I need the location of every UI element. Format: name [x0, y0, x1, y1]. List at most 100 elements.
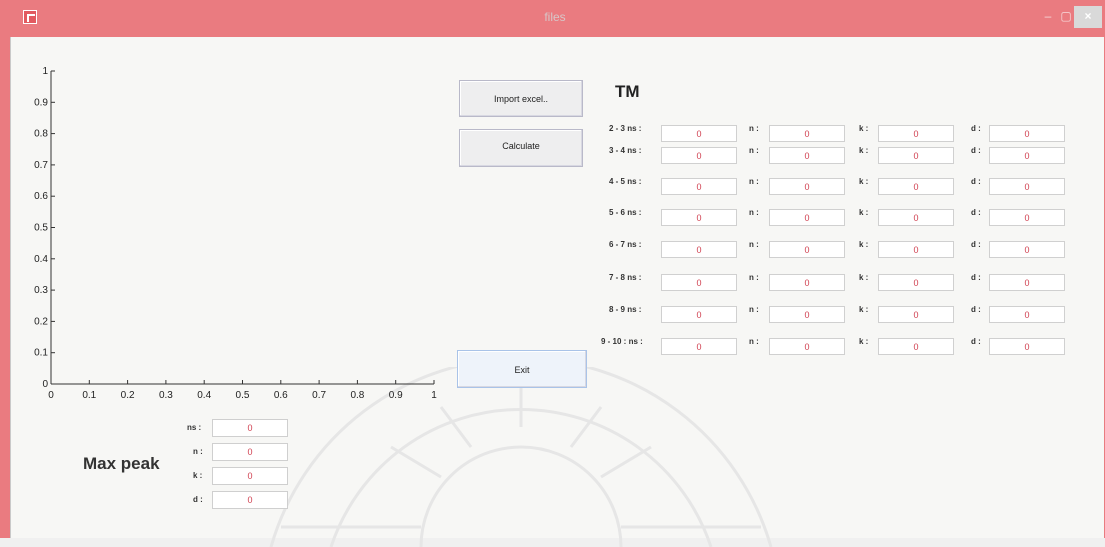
tm-row-label: 4 - 5 ns :: [609, 177, 642, 186]
y-tick-label: 1: [42, 66, 48, 77]
client-area: 0 0.1 0.2 0.3 0.4 0.5 0.6 0.7 0.8 0.9 1 0 0.1 0.2 0.3 0…: [10, 37, 1104, 547]
tm-d-label: d :: [971, 337, 981, 346]
tm-title: TM: [615, 82, 640, 101]
exit-button[interactable]: Exit: [457, 350, 587, 388]
x-tick-label: 0.7: [312, 390, 326, 401]
tm-row-label: 8 - 9 ns :: [609, 305, 642, 314]
tm-ns-field[interactable]: 0: [661, 241, 737, 258]
close-button[interactable]: ×: [1074, 6, 1102, 28]
maximize-button[interactable]: ▢: [1058, 9, 1074, 23]
tm-k-field[interactable]: 0: [878, 147, 954, 164]
tm-d-label: d :: [971, 124, 981, 133]
y-tick-label: 0.1: [34, 348, 48, 359]
x-tick-label: 0.5: [236, 390, 250, 401]
window-title: files: [544, 10, 566, 24]
tm-d-label: d :: [971, 240, 981, 249]
max-peak-field[interactable]: 0: [212, 467, 288, 485]
tm-ns-field[interactable]: 0: [661, 338, 737, 355]
tm-n-label: n :: [749, 146, 759, 155]
tm-n-field[interactable]: 0: [769, 125, 845, 142]
tm-d-label: d :: [971, 273, 981, 282]
y-tick-label: 0.5: [34, 223, 48, 234]
x-tick-label: 0: [48, 390, 54, 401]
plot-axes[interactable]: 0 0.1 0.2 0.3 0.4 0.5 0.6 0.7 0.8 0.9 1 0 0.1 0.2 0.3 0…: [11, 37, 471, 417]
tm-ns-field[interactable]: 0: [661, 125, 737, 142]
tm-ns-field[interactable]: 0: [661, 147, 737, 164]
x-tick-label: 1: [431, 390, 437, 401]
tm-n-field[interactable]: 0: [769, 209, 845, 226]
y-tick-label: 0.3: [34, 285, 48, 296]
tm-row-label: 7 - 8 ns :: [609, 273, 642, 282]
max-peak-label: k :: [193, 471, 203, 480]
tm-n-field[interactable]: 0: [769, 306, 845, 323]
y-tick-label: 0: [42, 379, 48, 390]
max-peak-title: Max peak: [83, 454, 160, 473]
matlab-app-icon: [23, 10, 37, 24]
y-tick-label: 0.6: [34, 191, 48, 202]
tm-n-field[interactable]: 0: [769, 338, 845, 355]
tm-d-field[interactable]: 0: [989, 125, 1065, 142]
tm-n-label: n :: [749, 177, 759, 186]
axes-svg: 0 0.1 0.2 0.3 0.4 0.5 0.6 0.7 0.8 0.9 1 0 0.1 0.2 0.3 0…: [34, 66, 437, 401]
tm-ns-field[interactable]: 0: [661, 209, 737, 226]
x-tick-label: 0.8: [350, 390, 364, 401]
tm-ns-field[interactable]: 0: [661, 306, 737, 323]
tm-row-label: 2 - 3 ns :: [609, 124, 642, 133]
y-tick-label: 0.9: [34, 97, 48, 108]
tm-n-label: n :: [749, 273, 759, 282]
y-tick-label: 0.7: [34, 160, 48, 171]
import-excel-button[interactable]: Import excel..: [459, 80, 583, 117]
tm-k-field[interactable]: 0: [878, 306, 954, 323]
app-window: files – ▢ × 0 0.1 0.2 0.3 0.4 0.5 0.6 0.7 0.8 0.9…: [0, 0, 1105, 547]
tm-n-label: n :: [749, 305, 759, 314]
tm-d-label: d :: [971, 146, 981, 155]
tm-n-field[interactable]: 0: [769, 241, 845, 258]
x-tick-label: 0.1: [82, 390, 96, 401]
y-tick-label: 0.4: [34, 254, 48, 265]
tm-d-field[interactable]: 0: [989, 241, 1065, 258]
calculate-button[interactable]: Calculate: [459, 129, 583, 167]
tm-k-field[interactable]: 0: [878, 274, 954, 291]
tm-k-label: k :: [859, 124, 869, 133]
tm-d-field[interactable]: 0: [989, 209, 1065, 226]
tm-d-label: d :: [971, 208, 981, 217]
tm-ns-field[interactable]: 0: [661, 274, 737, 291]
tm-k-label: k :: [859, 337, 869, 346]
tm-k-field[interactable]: 0: [878, 209, 954, 226]
tm-n-field[interactable]: 0: [769, 274, 845, 291]
tm-n-field[interactable]: 0: [769, 178, 845, 195]
x-tick-label: 0.3: [159, 390, 173, 401]
tm-d-field[interactable]: 0: [989, 306, 1065, 323]
tm-n-label: n :: [749, 124, 759, 133]
tm-k-label: k :: [859, 177, 869, 186]
tm-row-label: 9 - 10 : ns :: [601, 337, 643, 346]
tm-ns-field[interactable]: 0: [661, 178, 737, 195]
tm-k-field[interactable]: 0: [878, 338, 954, 355]
tm-k-label: k :: [859, 146, 869, 155]
tm-k-label: k :: [859, 305, 869, 314]
minimize-button[interactable]: –: [1040, 9, 1056, 23]
x-tick-label: 0.9: [389, 390, 403, 401]
tm-d-label: d :: [971, 177, 981, 186]
max-peak-label: d :: [193, 495, 203, 504]
tm-k-label: k :: [859, 240, 869, 249]
tm-row-label: 3 - 4 ns :: [609, 146, 642, 155]
max-peak-field[interactable]: 0: [212, 491, 288, 509]
max-peak-field[interactable]: 0: [212, 443, 288, 461]
tm-k-field[interactable]: 0: [878, 241, 954, 258]
x-tick-label: 0.4: [197, 390, 211, 401]
max-peak-label: ns :: [187, 423, 202, 432]
tm-d-field[interactable]: 0: [989, 178, 1065, 195]
tm-row-label: 6 - 7 ns :: [609, 240, 642, 249]
tm-k-field[interactable]: 0: [878, 178, 954, 195]
max-peak-field[interactable]: 0: [212, 419, 288, 437]
title-bar[interactable]: files – ▢ ×: [0, 0, 1105, 36]
tm-k-field[interactable]: 0: [878, 125, 954, 142]
tm-d-field[interactable]: 0: [989, 274, 1065, 291]
tm-d-field[interactable]: 0: [989, 147, 1065, 164]
x-tick-label: 0.2: [121, 390, 135, 401]
tm-n-field[interactable]: 0: [769, 147, 845, 164]
max-peak-label: n :: [193, 447, 203, 456]
tm-n-label: n :: [749, 337, 759, 346]
tm-d-field[interactable]: 0: [989, 338, 1065, 355]
